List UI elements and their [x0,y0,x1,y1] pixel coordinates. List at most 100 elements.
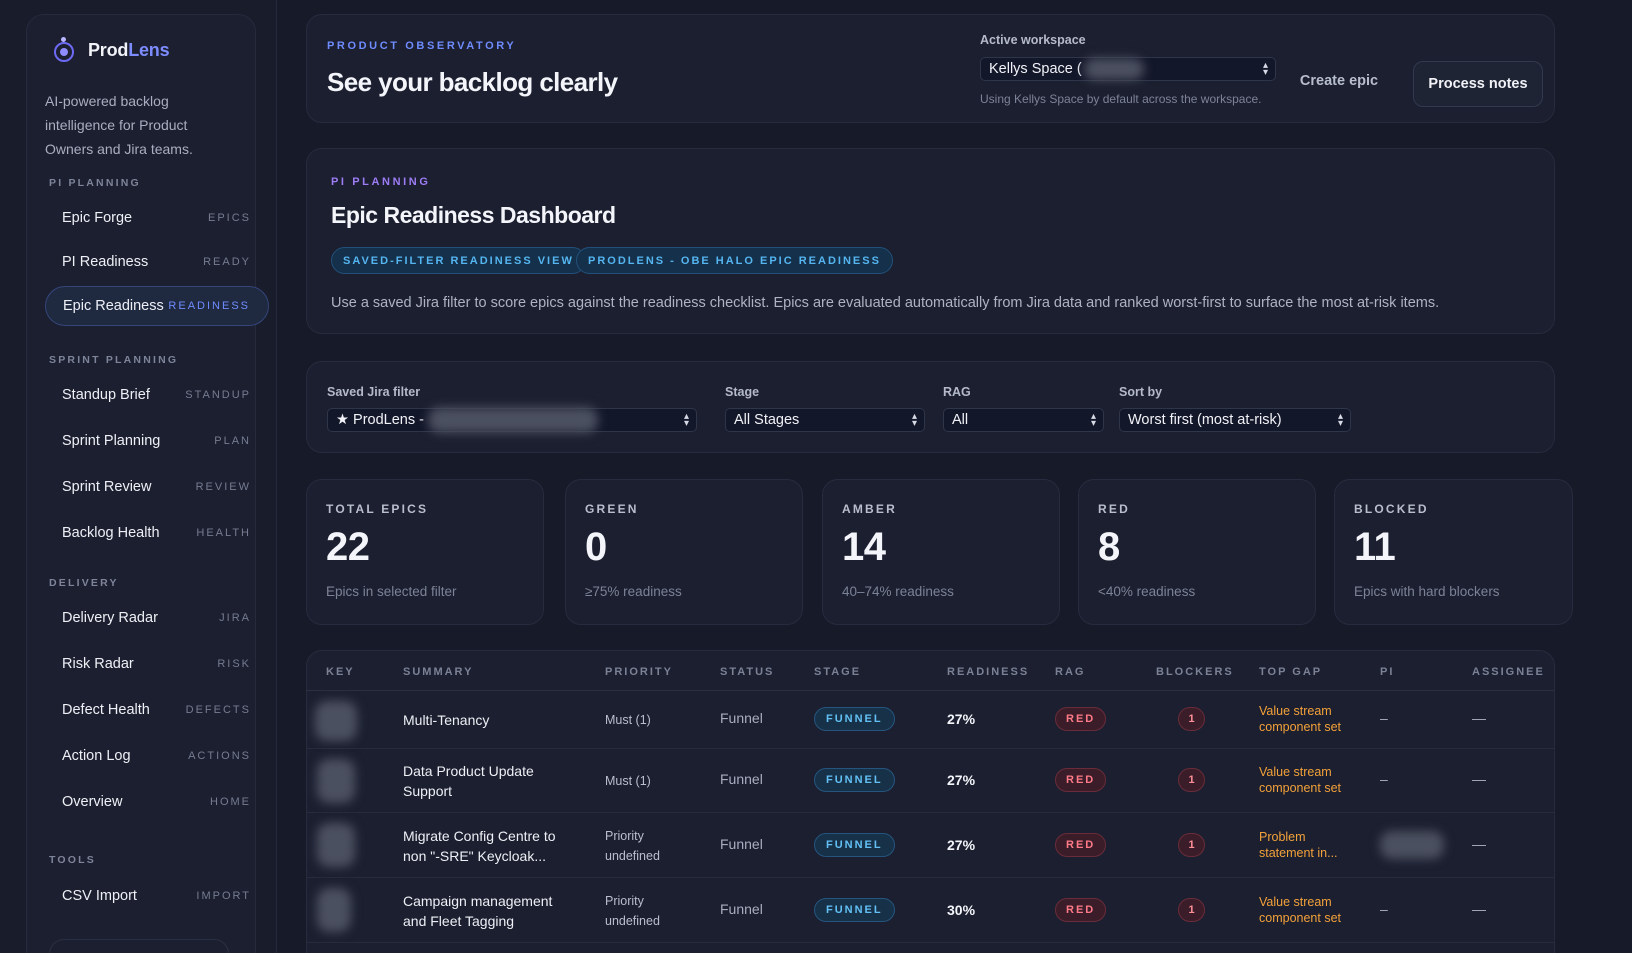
stat-value: 14 [842,525,886,569]
blockers-badge: 1 [1178,833,1205,857]
epics-table: KEY SUMMARY PRIORITY STATUS STAGE READIN… [306,650,1555,953]
sidebar: ProdLens AI-powered backlog intelligence… [26,14,269,953]
row-assignee: — [1472,901,1486,917]
stat-total-epics: TOTAL EPICS 22 Epics in selected filter [306,479,544,625]
sidebar-item-tag: IMPORT [196,890,251,902]
stat-value: 8 [1098,525,1120,569]
row-status: Funnel [720,771,763,787]
col-header-stage[interactable]: STAGE [814,666,861,678]
stat-label: GREEN [585,502,639,516]
sidebar-item-tag: DEFECTS [185,704,251,716]
sidebar-item-tag: ACTIONS [188,750,251,762]
stat-value: 11 [1354,525,1396,569]
workspace-select-value: Kellys Space ( [989,61,1082,77]
sidebar-item-epic-forge[interactable]: Epic Forge EPICS [45,198,269,238]
col-header-rag[interactable]: RAG [1055,666,1085,678]
sidebar-item-label: Overview [62,794,123,810]
chevron-updown-icon: ▴ ▾ [683,411,689,429]
chevron-updown-icon: ▴ ▾ [911,411,917,429]
row-status: Funnel [720,710,763,726]
row-assignee: — [1472,771,1486,787]
row-summary[interactable]: Multi-Tenancy [403,710,489,730]
sidebar-item-tag: STANDUP [185,389,251,401]
stat-subtitle: ≥75% readiness [585,584,682,599]
redacted-key [317,888,351,932]
sidebar-item-tag: READINESS [168,300,250,312]
filters-bar: Saved Jira filter ★ ProdLens - ▴ ▾ Stage … [306,361,1555,453]
sidebar-item-label: Backlog Health [62,525,160,541]
sidebar-item-tag: RISK [217,658,251,670]
row-top-gap: Value stream component set [1259,765,1341,795]
col-header-priority[interactable]: PRIORITY [605,666,673,678]
sidebar-item-sprint-planning[interactable]: Sprint Planning PLAN [45,421,269,461]
col-header-status[interactable]: STATUS [720,666,774,678]
nav-section-delivery: DELIVERY [49,577,119,589]
col-header-key[interactable]: KEY [326,666,355,678]
workspace-label: Active workspace [980,33,1086,47]
row-summary[interactable]: Migrate Config Centre to non "-SRE" Keycl… [403,826,556,866]
rag-badge: RED [1055,833,1107,857]
sidebar-item-tag: EPICS [207,212,251,224]
row-status: Funnel [720,836,763,852]
sort-value: Worst first (most at-risk) [1128,412,1282,428]
sidebar-item-risk-radar[interactable]: Risk Radar RISK [45,644,269,684]
stat-subtitle: 40–74% readiness [842,584,954,599]
sidebar-item-csv-import[interactable]: CSV Import IMPORT [45,876,269,916]
redacted-key [317,759,355,803]
stage-badge: FUNNEL [814,833,895,857]
nav-section-tools: TOOLS [49,854,96,866]
sidebar-item-label: CSV Import [62,888,137,904]
row-pi: – [1380,901,1388,917]
sort-select[interactable]: Worst first (most at-risk) ▴ ▾ [1119,408,1351,432]
sidebar-item-action-log[interactable]: Action Log ACTIONS [45,736,269,776]
sidebar-item-sprint-review[interactable]: Sprint Review REVIEW [45,467,269,507]
header-eyebrow: PRODUCT OBSERVATORY [327,40,517,52]
table-row[interactable]: Data Product Update Support Must (1) Funn… [307,749,1554,813]
stage-badge: FUNNEL [814,898,895,922]
col-header-pi[interactable]: PI [1380,666,1394,678]
redacted-pi [1380,831,1444,859]
sidebar-item-tag: HEALTH [196,527,251,539]
sort-label: Sort by [1119,385,1163,399]
sidebar-item-backlog-health[interactable]: Backlog Health HEALTH [45,513,269,553]
sidebar-item-defect-health[interactable]: Defect Health DEFECTS [45,690,269,730]
stage-filter-select[interactable]: All Stages ▴ ▾ [725,408,925,432]
sidebar-footer-control[interactable] [49,939,229,953]
page-title: See your backlog clearly [327,67,618,97]
dashboard-intro: PI PLANNING Epic Readiness Dashboard SAV… [306,148,1555,334]
sidebar-item-standup-brief[interactable]: Standup Brief STANDUP [45,375,269,415]
row-summary[interactable]: Campaign management and Fleet Tagging [403,891,552,931]
col-header-readiness[interactable]: READINESS [947,666,1029,678]
row-priority: Priority undefined [605,829,660,863]
stat-label: AMBER [842,502,897,516]
stage-badge: FUNNEL [814,707,895,731]
stat-label: RED [1098,502,1130,516]
sidebar-item-epic-readiness[interactable]: Epic Readiness READINESS [45,286,269,326]
rag-filter-select[interactable]: All ▴ ▾ [943,408,1104,432]
rag-filter-label: RAG [943,385,971,399]
workspace-hint: Using Kellys Space by default across the… [980,92,1262,106]
sidebar-item-label: Action Log [62,748,131,764]
chip-saved-filter-view: SAVED-FILTER READINESS VIEW [331,247,586,274]
col-header-blockers[interactable]: BLOCKERS [1156,666,1234,678]
col-header-assignee[interactable]: ASSIGNEE [1472,666,1545,678]
row-summary[interactable]: Data Product Update Support [403,761,534,801]
redacted-blur [1083,58,1144,80]
stage-filter-label: Stage [725,385,760,399]
chip-filter-name: PRODLENS - OBE HALO EPIC READINESS [576,247,893,274]
table-row[interactable]: Campaign management and Fleet Tagging Pri… [307,878,1554,943]
table-row[interactable]: Migrate Config Centre to non "-SRE" Keycl… [307,813,1554,878]
table-row[interactable]: Multi-Tenancy Must (1) Funnel FUNNEL 27%… [307,691,1554,749]
sidebar-region: ProdLens AI-powered backlog intelligence… [0,0,277,953]
col-header-summary[interactable]: SUMMARY [403,666,473,678]
sidebar-item-pi-readiness[interactable]: PI Readiness READY [45,242,269,282]
process-notes-button[interactable]: Process notes [1413,61,1543,107]
sidebar-item-delivery-radar[interactable]: Delivery Radar JIRA [45,598,269,638]
dashboard-description: Use a saved Jira filter to score epics a… [331,295,1440,311]
workspace-select[interactable]: Kellys Space ( ▴ ▾ [980,57,1276,81]
saved-filter-select[interactable]: ★ ProdLens - ▴ ▾ [327,407,697,433]
create-epic-button[interactable]: Create epic [1292,61,1386,101]
sidebar-item-overview[interactable]: Overview HOME [45,782,269,822]
brand[interactable]: ProdLens [51,37,170,63]
col-header-top-gap[interactable]: TOP GAP [1259,666,1322,678]
